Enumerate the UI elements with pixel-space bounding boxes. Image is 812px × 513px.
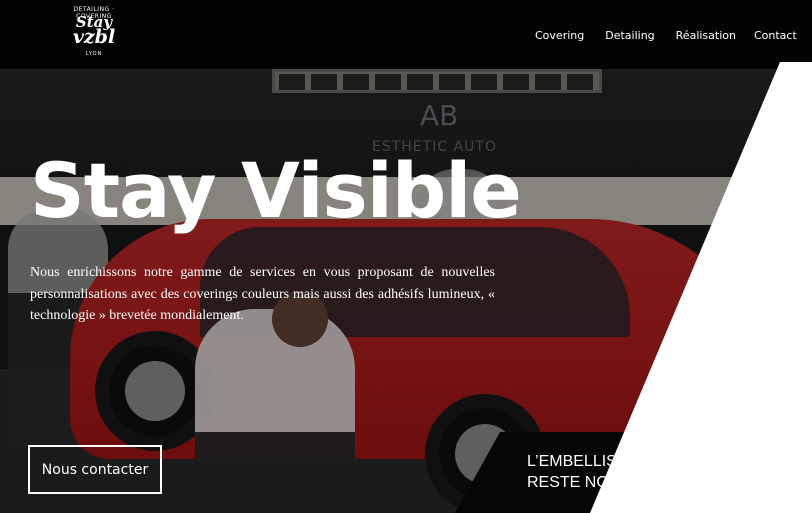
contact-button[interactable]: Nous contacter bbox=[28, 445, 162, 494]
nav-item-contact[interactable]: Contact bbox=[754, 29, 797, 42]
nav-item-realisation[interactable]: Réalisation bbox=[676, 29, 736, 42]
logo-word-vzbl: vzbl bbox=[72, 26, 116, 48]
site-logo[interactable]: DETAILING · COVERING Stay vzbl LYON bbox=[62, 6, 126, 62]
site-header: DETAILING · COVERING Stay vzbl LYON Cove… bbox=[0, 0, 812, 69]
logo-city: LYON bbox=[85, 51, 103, 57]
hero-description: Nous enrichissons notre gamme de service… bbox=[30, 265, 495, 323]
hero-title: Stay Visible bbox=[30, 146, 522, 235]
main-nav: Covering Detailing Réalisation Contact H bbox=[535, 29, 812, 42]
nav-item-detailing[interactable]: Detailing bbox=[605, 29, 654, 42]
nav-item-covering[interactable]: Covering bbox=[535, 29, 584, 42]
promo-banner-line1: L’EMBELLIS bbox=[527, 453, 617, 470]
